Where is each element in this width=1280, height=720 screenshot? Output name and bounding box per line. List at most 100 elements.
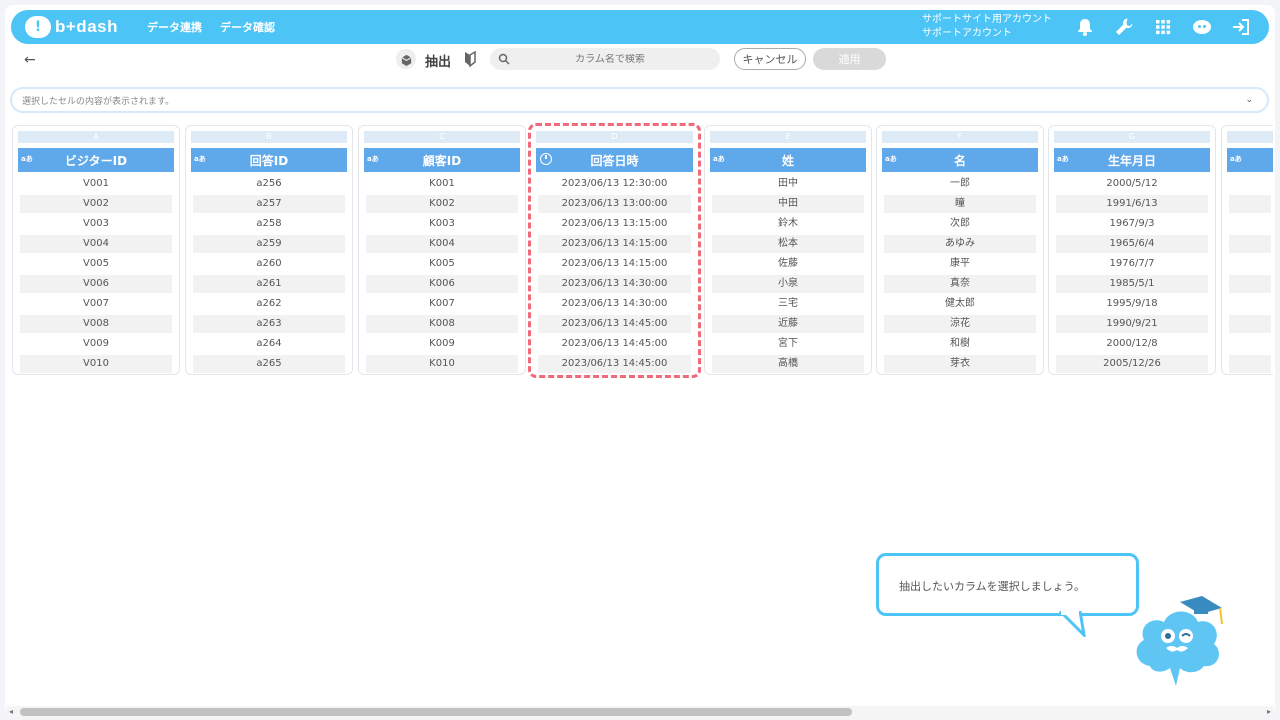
table-cell[interactable] xyxy=(1229,195,1271,213)
column-card-c[interactable]: C aあ 顧客ID K001 K002 K003 K004 K005 K006 K… xyxy=(358,125,526,375)
table-cell[interactable]: a263 xyxy=(193,315,345,333)
account-info[interactable]: サポートサイト用アカウント サポートアカウント xyxy=(922,13,1052,41)
table-cell[interactable]: K005 xyxy=(364,254,520,274)
column-search[interactable] xyxy=(490,48,720,70)
table-cell[interactable]: V007 xyxy=(18,294,174,314)
table-cell[interactable]: 一郎 xyxy=(882,174,1038,194)
horizontal-scrollbar[interactable]: ◂ ▸ xyxy=(6,706,1274,718)
column-header[interactable]: aあ 顧客ID xyxy=(364,148,520,172)
table-cell[interactable]: 和樹 xyxy=(882,334,1038,354)
table-cell[interactable] xyxy=(1229,315,1271,333)
table-cell[interactable]: K004 xyxy=(366,235,518,253)
column-header[interactable]: aあ ビジターID xyxy=(18,148,174,172)
logout-icon[interactable] xyxy=(1230,16,1252,38)
table-cell[interactable] xyxy=(1229,275,1271,293)
table-cell[interactable] xyxy=(1227,254,1273,274)
table-cell[interactable]: 涼花 xyxy=(884,315,1036,333)
table-cell[interactable]: 1991/6/13 xyxy=(1056,195,1208,213)
table-cell[interactable]: 2023/06/13 14:45:00 xyxy=(538,315,691,333)
table-cell[interactable]: V006 xyxy=(20,275,172,293)
table-cell[interactable]: V003 xyxy=(18,214,174,234)
column-search-input[interactable] xyxy=(520,53,700,65)
table-cell[interactable]: a265 xyxy=(193,355,345,373)
table-cell[interactable]: K003 xyxy=(364,214,520,234)
scroll-left-icon[interactable]: ◂ xyxy=(9,707,13,716)
column-card-g[interactable]: G aあ 生年月日 2000/5/12 1991/6/13 1967/9/3 19… xyxy=(1048,125,1216,375)
table-cell[interactable]: 1985/5/1 xyxy=(1056,275,1208,293)
table-cell[interactable] xyxy=(1227,294,1273,314)
column-card-b[interactable]: B aあ 回答ID a256 a257 a258 a259 a260 a261 a… xyxy=(185,125,353,375)
column-card-a[interactable]: A aあ ビジターID V001 V002 V003 V004 V005 V006… xyxy=(12,125,180,375)
table-cell[interactable] xyxy=(1229,235,1271,253)
table-cell[interactable]: a257 xyxy=(193,195,345,213)
table-cell[interactable]: K008 xyxy=(366,315,518,333)
table-cell[interactable]: 2023/06/13 14:45:00 xyxy=(538,355,691,373)
table-cell[interactable]: 2005/12/26 xyxy=(1056,355,1208,373)
table-cell[interactable]: a259 xyxy=(193,235,345,253)
table-cell[interactable]: 2023/06/13 13:15:00 xyxy=(536,214,693,234)
beginner-mark-icon[interactable] xyxy=(463,50,477,68)
table-cell[interactable]: V010 xyxy=(20,355,172,373)
column-card-h-partial[interactable]: aあ xyxy=(1221,125,1273,375)
column-header[interactable]: aあ 名 xyxy=(882,148,1038,172)
table-cell[interactable]: 真奈 xyxy=(884,275,1036,293)
table-cell[interactable]: 松本 xyxy=(712,235,864,253)
table-cell[interactable]: 2000/12/8 xyxy=(1054,334,1210,354)
table-cell[interactable]: V009 xyxy=(18,334,174,354)
table-cell[interactable]: K010 xyxy=(366,355,518,373)
table-cell[interactable] xyxy=(1227,174,1273,194)
grid-menu-icon[interactable] xyxy=(1152,16,1174,38)
column-header[interactable]: aあ xyxy=(1227,148,1273,172)
table-cell[interactable]: a260 xyxy=(191,254,347,274)
column-header[interactable]: aあ 回答ID xyxy=(191,148,347,172)
table-cell[interactable]: 次郎 xyxy=(882,214,1038,234)
table-cell[interactable]: a264 xyxy=(191,334,347,354)
column-card-d-selected[interactable]: D 回答日時 2023/06/13 12:30:00 2023/06/13 13… xyxy=(528,123,701,378)
table-cell[interactable]: 2023/06/13 14:15:00 xyxy=(538,235,691,253)
table-cell[interactable]: 2000/5/12 xyxy=(1054,174,1210,194)
table-cell[interactable]: V008 xyxy=(20,315,172,333)
table-cell[interactable]: a262 xyxy=(191,294,347,314)
app-logo[interactable]: ! b+dash xyxy=(25,16,135,38)
bell-icon[interactable] xyxy=(1074,16,1096,38)
table-cell[interactable]: V002 xyxy=(20,195,172,213)
table-cell[interactable]: 2023/06/13 14:30:00 xyxy=(536,294,693,314)
table-cell[interactable]: K002 xyxy=(366,195,518,213)
table-cell[interactable]: 1965/6/4 xyxy=(1056,235,1208,253)
table-cell[interactable]: 1995/9/18 xyxy=(1054,294,1210,314)
chevron-down-icon[interactable]: ⌄ xyxy=(1245,95,1253,105)
table-cell[interactable]: a258 xyxy=(191,214,347,234)
scrollbar-thumb[interactable] xyxy=(20,708,852,716)
table-cell[interactable]: V005 xyxy=(18,254,174,274)
table-cell[interactable] xyxy=(1227,214,1273,234)
table-cell[interactable]: 2023/06/13 12:30:00 xyxy=(536,174,693,194)
table-cell[interactable]: 三宅 xyxy=(710,294,866,314)
table-cell[interactable]: K006 xyxy=(366,275,518,293)
table-cell[interactable]: 高橋 xyxy=(712,355,864,373)
apply-button[interactable]: 適用 xyxy=(813,48,886,70)
table-cell[interactable]: a261 xyxy=(193,275,345,293)
table-cell[interactable]: 佐藤 xyxy=(710,254,866,274)
table-cell[interactable]: 近藤 xyxy=(712,315,864,333)
table-cell[interactable]: 田中 xyxy=(710,174,866,194)
table-cell[interactable]: K007 xyxy=(364,294,520,314)
table-cell[interactable]: 宮下 xyxy=(710,334,866,354)
column-card-e[interactable]: E aあ 姓 田中 中田 鈴木 松本 佐藤 小泉 三宅 近藤 宮下 高橋 xyxy=(704,125,872,375)
table-cell[interactable]: 康平 xyxy=(882,254,1038,274)
table-cell[interactable]: 2023/06/13 14:30:00 xyxy=(538,275,691,293)
wrench-icon[interactable] xyxy=(1113,16,1135,38)
column-header[interactable]: aあ 姓 xyxy=(710,148,866,172)
table-cell[interactable]: 健太郎 xyxy=(882,294,1038,314)
support-chat-icon[interactable] xyxy=(1191,16,1213,38)
table-cell[interactable]: 中田 xyxy=(712,195,864,213)
table-cell[interactable]: 2023/06/13 14:15:00 xyxy=(536,254,693,274)
table-cell[interactable] xyxy=(1227,334,1273,354)
table-cell[interactable]: V001 xyxy=(18,174,174,194)
table-cell[interactable]: K001 xyxy=(364,174,520,194)
table-cell[interactable]: 1967/9/3 xyxy=(1054,214,1210,234)
table-cell[interactable]: 鈴木 xyxy=(710,214,866,234)
table-cell[interactable]: 2023/06/13 13:00:00 xyxy=(538,195,691,213)
table-cell[interactable]: V004 xyxy=(20,235,172,253)
back-arrow-icon[interactable]: ← xyxy=(24,52,42,68)
cell-content-preview[interactable]: 選択したセルの内容が表示されます。 ⌄ xyxy=(10,87,1269,113)
